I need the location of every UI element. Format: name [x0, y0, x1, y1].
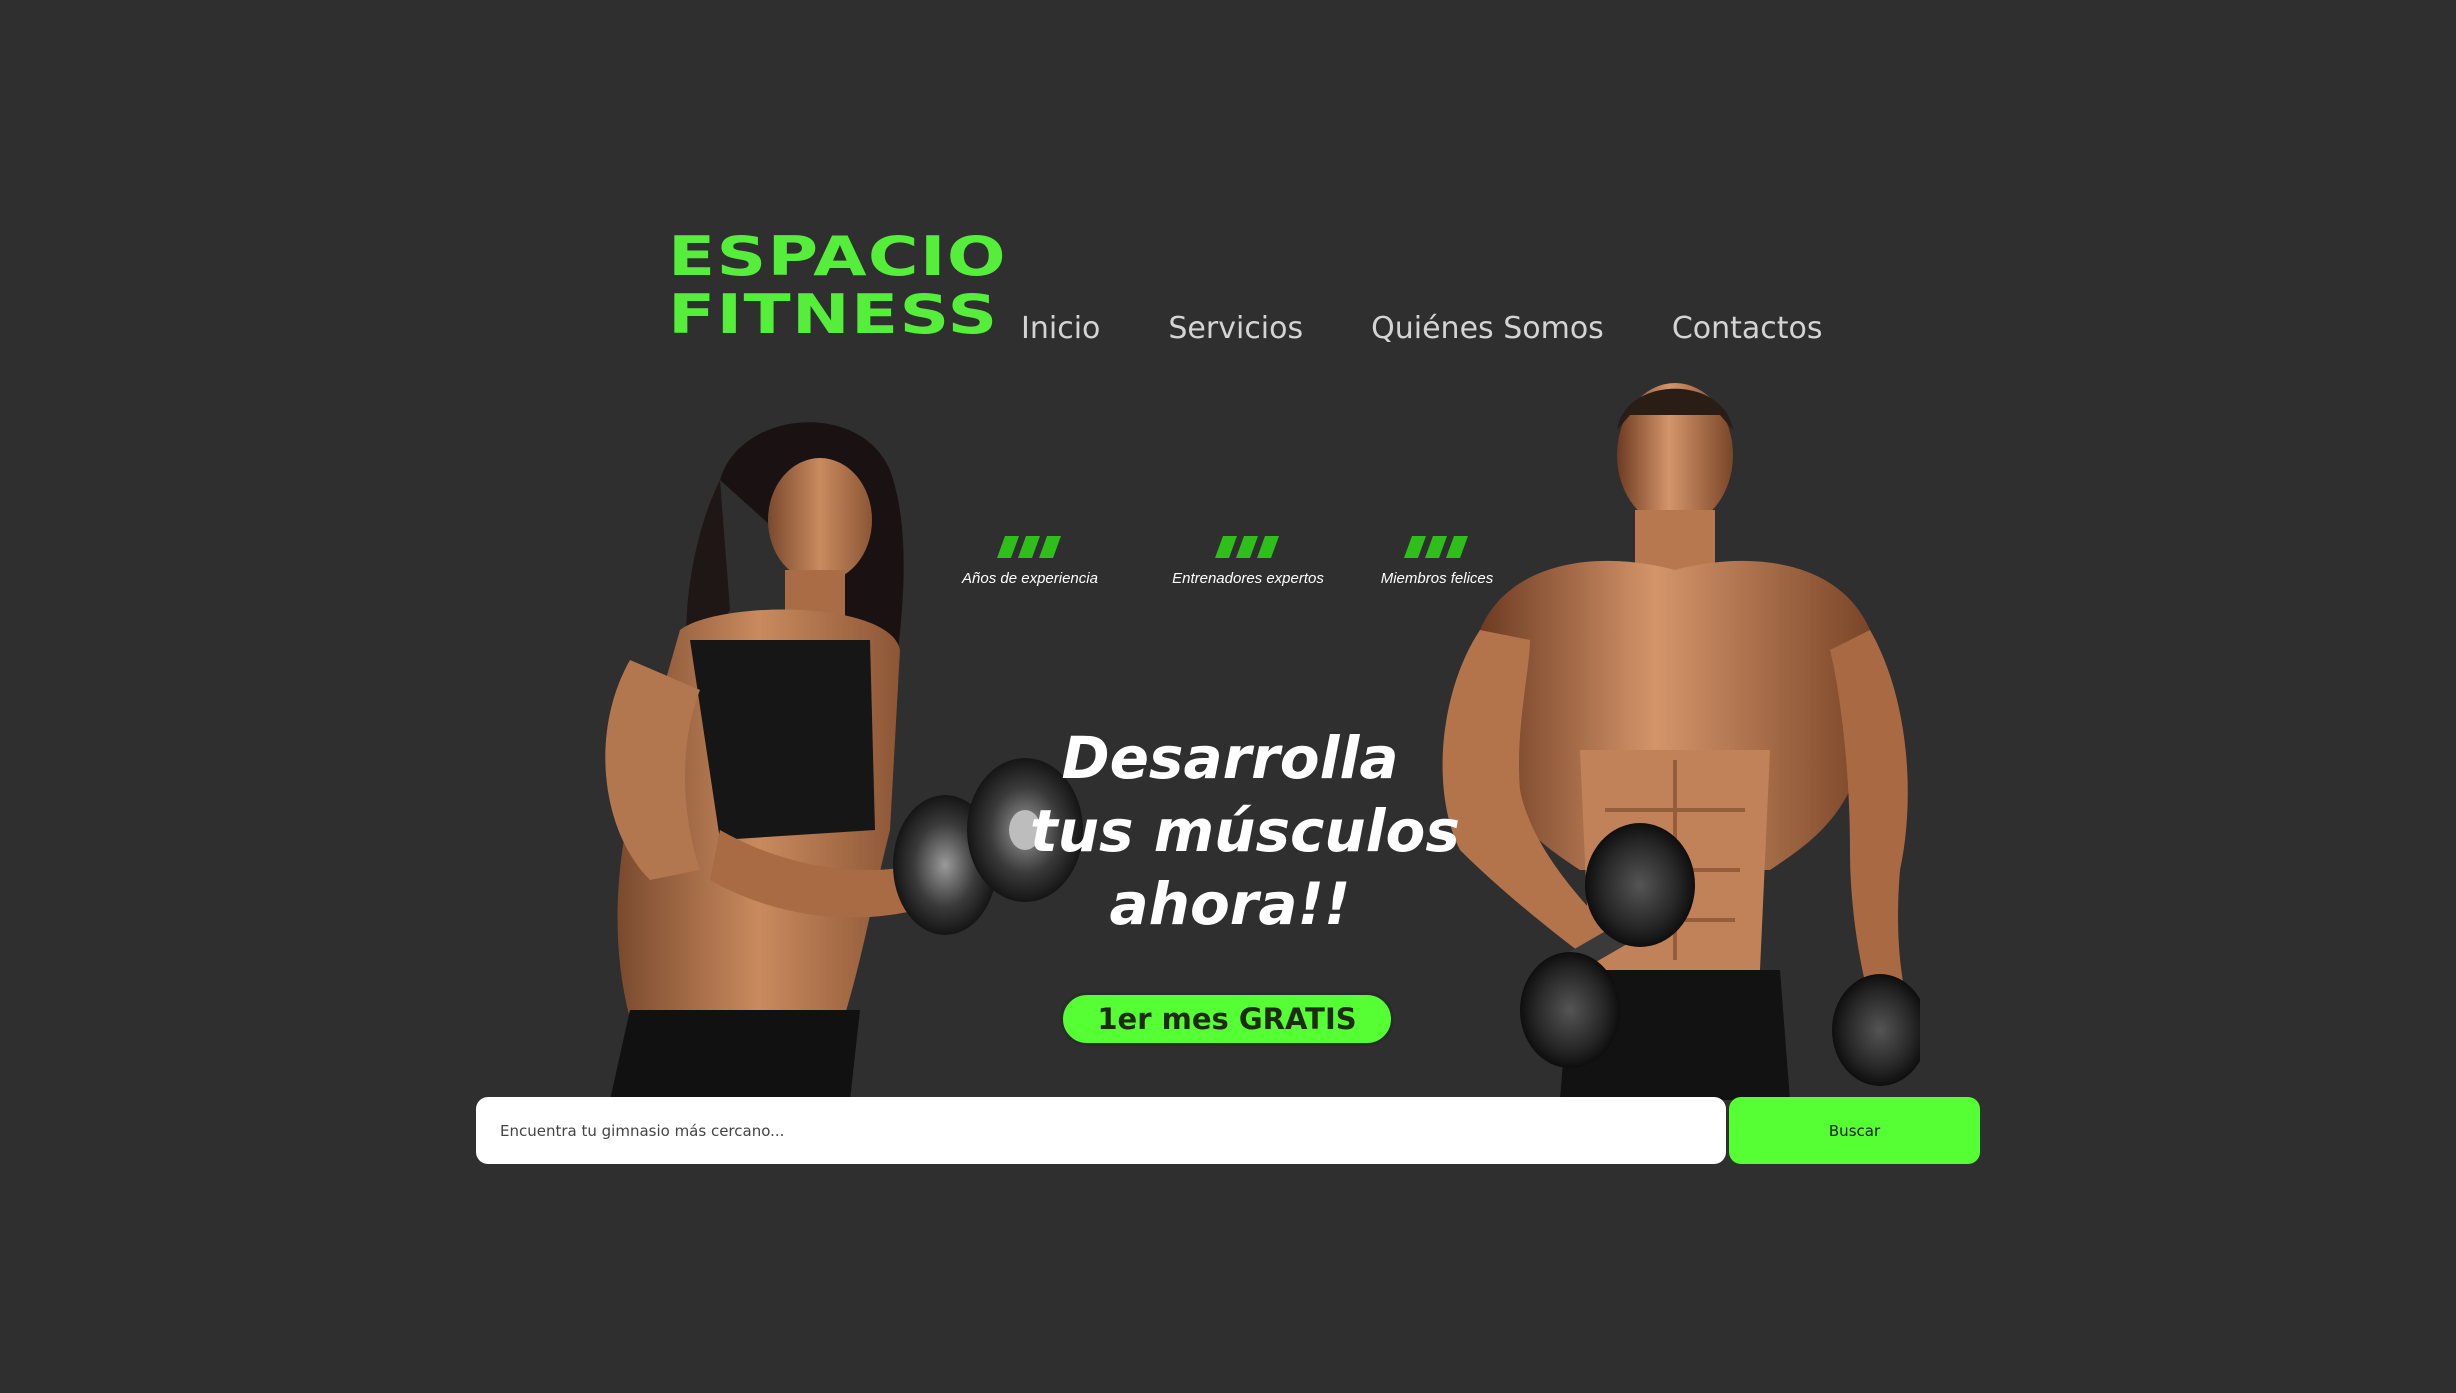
triple-slash-icon [1215, 536, 1279, 558]
stat-happy-members: Miembros felices [1342, 536, 1532, 587]
stat-expert-trainers: Entrenadores expertos [1153, 536, 1343, 587]
brand-logo[interactable]: ESPACIO FITNESS [668, 228, 1006, 344]
logo-line-espacio: ESPACIO [668, 225, 1007, 288]
nav-link-quienes-somos[interactable]: Quiénes Somos [1371, 308, 1604, 350]
male-athlete-image [1420, 370, 1920, 1100]
stat-label: Miembros felices [1380, 570, 1494, 587]
hero-line-1: Desarrolla [1061, 724, 1399, 792]
triple-slash-icon [997, 536, 1061, 558]
gym-search-input[interactable] [476, 1097, 1726, 1164]
nav-link-servicios[interactable]: Servicios [1168, 308, 1303, 350]
free-month-button[interactable]: 1er mes GRATIS [1060, 992, 1394, 1046]
gym-search-bar [476, 1097, 1726, 1164]
stat-years-experience: Años de experiencia [935, 536, 1125, 587]
hero-line-3: ahora!! [1109, 870, 1351, 938]
nav-link-inicio[interactable]: Inicio [1021, 308, 1100, 350]
logo-line-fitness: FITNESS [668, 283, 999, 346]
nav-link-contactos[interactable]: Contactos [1672, 308, 1823, 350]
stat-label: Entrenadores expertos [1172, 570, 1324, 587]
stat-label: Años de experiencia [962, 570, 1098, 587]
search-button[interactable]: Buscar [1729, 1097, 1980, 1164]
main-nav: Inicio Servicios Quiénes Somos Contactos [1021, 308, 1891, 350]
hero-line-2: tus músculos [1030, 797, 1460, 865]
female-athlete-image [570, 410, 1090, 1100]
landing-page: ESPACIO FITNESS Inicio Servicios Quiénes… [0, 0, 2456, 1393]
hero-title: Desarrolla tus músculos ahora!! [1030, 722, 1460, 941]
triple-slash-icon [1404, 536, 1468, 558]
